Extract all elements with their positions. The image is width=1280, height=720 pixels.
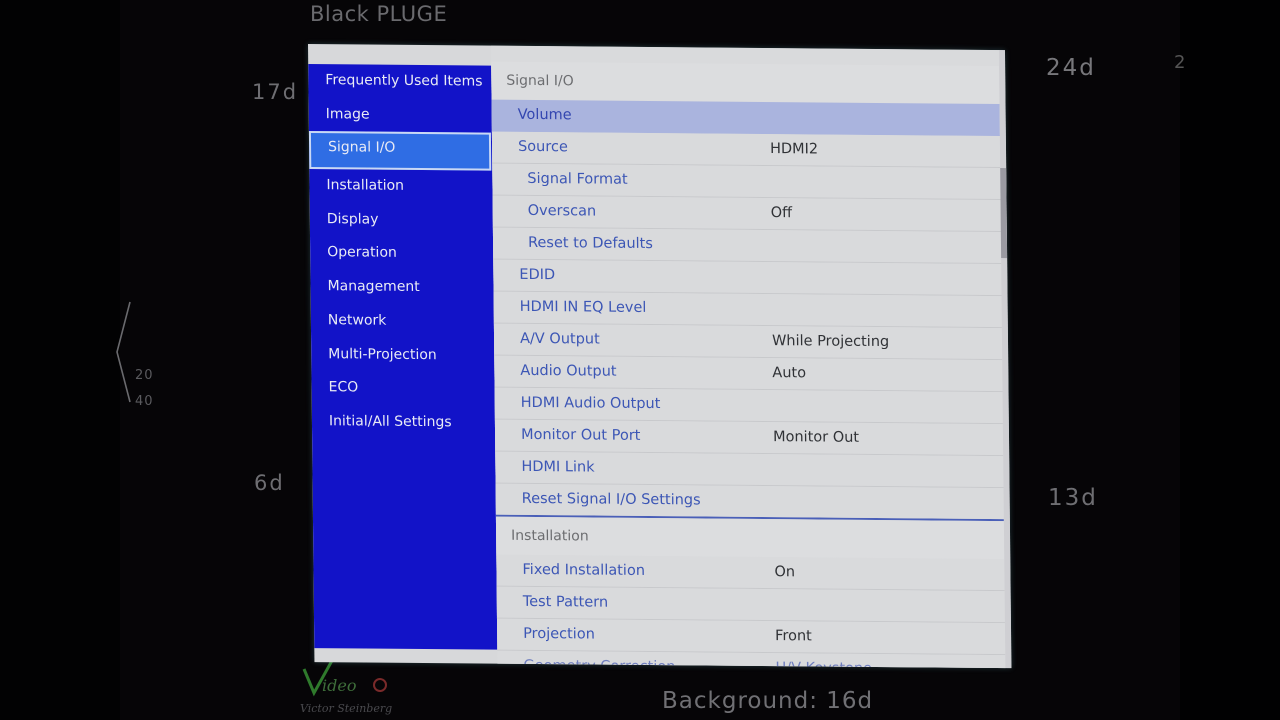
setting-label: HDMI Link bbox=[521, 458, 595, 476]
setting-label: Fixed Installation bbox=[522, 561, 646, 579]
setting-label: Signal Format bbox=[527, 170, 628, 188]
setting-value: HDMI2 bbox=[769, 141, 819, 158]
setting-row-signal-format[interactable]: Signal Format bbox=[492, 163, 1001, 201]
tick-label-20: 20 bbox=[135, 368, 154, 383]
setting-label: Reset to Defaults bbox=[527, 234, 653, 253]
pattern-title: Black PLUGE bbox=[310, 2, 448, 26]
setting-label: HDMI IN EQ Level bbox=[519, 298, 647, 316]
setting-row-av-output[interactable]: A/V Output While Projecting bbox=[493, 323, 1003, 361]
nav-item-frequently-used-items[interactable]: Frequently Used Items bbox=[308, 64, 491, 99]
setting-row-overscan[interactable]: Overscan Off bbox=[492, 195, 1001, 233]
setting-row-hdmi-audio-output[interactable]: HDMI Audio Output bbox=[494, 387, 1003, 425]
nav-item-image[interactable]: Image bbox=[309, 98, 492, 133]
setting-label: Monitor Out Port bbox=[520, 426, 641, 444]
setting-row-monitor-out-port[interactable]: Monitor Out Port Monitor Out bbox=[494, 419, 1004, 457]
setting-label: A/V Output bbox=[519, 330, 600, 348]
setting-label: Geometry Correction bbox=[523, 657, 676, 669]
setting-row-volume[interactable]: Volume bbox=[491, 99, 1000, 137]
setting-label: Source bbox=[517, 138, 568, 156]
setting-label: Projection bbox=[523, 625, 595, 643]
svg-text:ideo: ideo bbox=[322, 676, 356, 695]
patch-label-partial: 2 bbox=[1174, 52, 1186, 73]
setting-row-fixed-installation[interactable]: Fixed Installation On bbox=[496, 554, 1005, 592]
nav-item-initial-all-settings[interactable]: Initial/All Settings bbox=[312, 405, 495, 440]
nav-item-multi-projection[interactable]: Multi-Projection bbox=[311, 338, 494, 373]
projector-screen: Black PLUGE 17d 24d 2 6d 13d 20 40 ideo … bbox=[0, 0, 1280, 720]
osd-menu: Frequently Used Items Image Signal I/O I… bbox=[308, 44, 1012, 669]
setting-label: EDID bbox=[519, 266, 556, 284]
setting-label: Volume bbox=[517, 106, 572, 124]
patch-label-6d: 6d bbox=[254, 471, 285, 495]
screen-border-right bbox=[1180, 0, 1280, 720]
setting-value: On bbox=[774, 564, 796, 581]
patch-label-17d: 17d bbox=[252, 80, 299, 104]
logo-author: Victor Steinberg bbox=[300, 702, 393, 715]
nav-item-management[interactable]: Management bbox=[310, 270, 493, 305]
setting-value: Front bbox=[775, 628, 812, 645]
setting-value: H/V-Keystone bbox=[775, 653, 872, 668]
section-header-installation: Installation bbox=[495, 516, 1005, 560]
setting-label: Test Pattern bbox=[522, 593, 609, 611]
menu-nav: Frequently Used Items Image Signal I/O I… bbox=[308, 64, 498, 650]
setting-row-audio-output[interactable]: Audio Output Auto bbox=[494, 355, 1003, 393]
setting-label: Reset Signal I/O Settings bbox=[521, 490, 701, 509]
section-header-signal-io: Signal I/O bbox=[491, 61, 1000, 105]
scrollbar-thumb[interactable] bbox=[1000, 168, 1008, 259]
nav-item-operation[interactable]: Operation bbox=[310, 236, 493, 271]
nav-item-installation[interactable]: Installation bbox=[309, 169, 492, 204]
setting-value: Off bbox=[770, 205, 793, 222]
setting-row-projection[interactable]: Projection Front bbox=[496, 618, 1006, 656]
background-level-label: Background: 16d bbox=[662, 688, 874, 714]
setting-value: While Projecting bbox=[771, 333, 890, 351]
setting-value: Monitor Out bbox=[772, 429, 860, 446]
setting-row-reset-to-defaults[interactable]: Reset to Defaults bbox=[492, 227, 1002, 265]
setting-row-hdmi-link[interactable]: HDMI Link bbox=[495, 451, 1004, 489]
setting-value: Auto bbox=[772, 365, 807, 382]
settings-list: Signal I/O Volume Source HDMI2 Signal Fo… bbox=[490, 45, 1006, 669]
patch-label-13d: 13d bbox=[1048, 485, 1098, 511]
setting-label: Audio Output bbox=[520, 362, 617, 380]
setting-row-source[interactable]: Source HDMI2 bbox=[491, 131, 1001, 169]
setting-label: HDMI Audio Output bbox=[520, 394, 661, 413]
setting-row-edid[interactable]: EDID bbox=[493, 259, 1002, 297]
nav-item-signal-io[interactable]: Signal I/O bbox=[308, 131, 492, 171]
nav-item-network[interactable]: Network bbox=[311, 304, 494, 339]
bracket-marker-icon bbox=[116, 301, 131, 403]
nav-item-eco[interactable]: ECO bbox=[311, 371, 494, 406]
tick-label-40: 40 bbox=[135, 394, 154, 409]
screen-border-left bbox=[0, 0, 120, 720]
patch-label-24d: 24d bbox=[1046, 55, 1096, 81]
setting-row-reset-signal-io-settings[interactable]: Reset Signal I/O Settings bbox=[495, 483, 1004, 520]
setting-label: Overscan bbox=[527, 202, 597, 220]
nav-item-display[interactable]: Display bbox=[310, 203, 493, 238]
setting-row-test-pattern[interactable]: Test Pattern bbox=[496, 586, 1005, 624]
setting-row-hdmi-in-eq-level[interactable]: HDMI IN EQ Level bbox=[493, 291, 1002, 329]
